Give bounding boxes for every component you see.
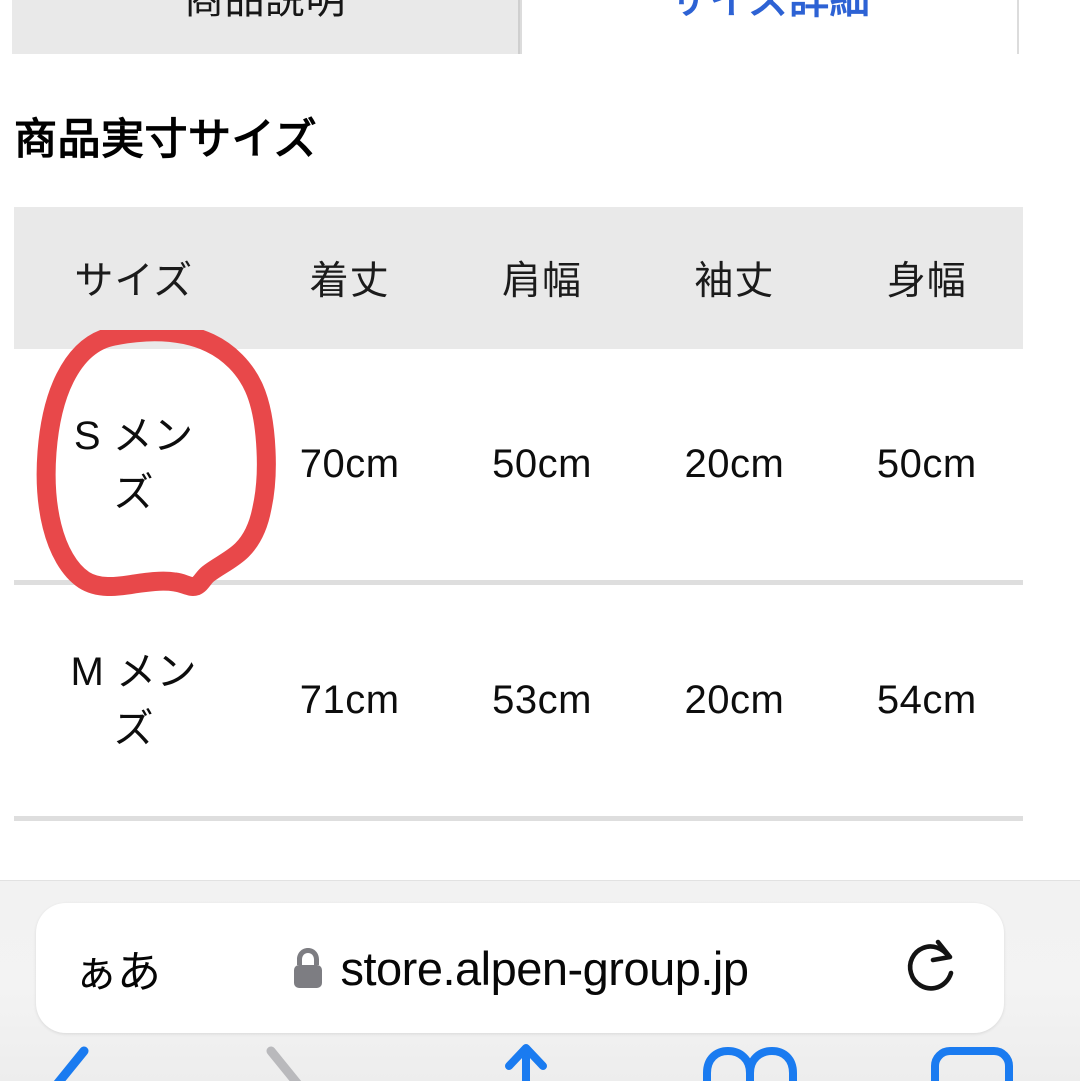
- reload-icon[interactable]: [902, 937, 964, 999]
- section-heading-actual-size: 商品実寸サイズ: [14, 116, 318, 164]
- address-bar-center: store.alpen-group.jp: [36, 941, 1004, 996]
- column-header-shoulder: 肩幅: [445, 207, 639, 349]
- chevron-right-icon: [266, 1046, 302, 1081]
- web-page-content: 商品説明 サイズ詳細 商品実寸サイズ サイズ 着丈 肩幅 袖丈 身幅 S メンズ…: [0, 0, 1080, 890]
- tab-size-details-label: サイズ詳細: [668, 0, 871, 22]
- cell-chest: 50cm: [830, 349, 1023, 585]
- column-header-size: サイズ: [14, 207, 254, 349]
- table-header-row: サイズ 着丈 肩幅 袖丈 身幅: [14, 207, 1023, 349]
- product-size-table: サイズ 着丈 肩幅 袖丈 身幅 S メンズ 70cm 50cm 20cm 50c…: [14, 207, 1023, 890]
- share-button[interactable]: [466, 1043, 586, 1081]
- column-header-chest: 身幅: [830, 207, 1023, 349]
- chevron-left-icon: [53, 1046, 89, 1081]
- cell-sleeve: 20cm: [638, 582, 831, 821]
- safari-browser-chrome: ぁあ store.alpen-group.jp: [0, 880, 1080, 1081]
- column-header-length: 着丈: [253, 207, 446, 349]
- cell-shoulder: 53cm: [445, 582, 639, 821]
- cell-size: M メンズ: [14, 582, 254, 821]
- cell-sleeve: 20cm: [638, 349, 831, 585]
- forward-button[interactable]: [225, 1043, 345, 1081]
- table-row: M メンズ 71cm 53cm 20cm 54cm: [14, 582, 1023, 821]
- back-button[interactable]: [10, 1043, 130, 1081]
- lock-icon: [294, 948, 323, 988]
- cell-shoulder: 50cm: [445, 349, 639, 585]
- table-row: S メンズ 70cm 50cm 20cm 50cm: [14, 349, 1023, 585]
- cell-chest: 54cm: [830, 582, 1023, 821]
- cell-length: 71cm: [253, 582, 446, 821]
- tabs-squares-icon: [931, 1047, 1013, 1081]
- url-text: store.alpen-group.jp: [340, 941, 749, 995]
- address-bar[interactable]: ぁあ store.alpen-group.jp: [36, 903, 1004, 1033]
- cell-size: S メンズ: [14, 349, 254, 585]
- tab-product-description[interactable]: 商品説明: [12, 0, 520, 54]
- cell-length: 70cm: [253, 349, 446, 585]
- bookmarks-button[interactable]: [690, 1043, 810, 1081]
- share-up-arrow-icon: [505, 1044, 547, 1081]
- tab-product-description-label: 商品説明: [184, 0, 346, 22]
- browser-toolbar: [0, 1043, 1080, 1081]
- product-detail-tab-strip: 商品説明 サイズ詳細: [0, 0, 1080, 54]
- tabs-button[interactable]: [912, 1043, 1032, 1081]
- column-header-sleeve: 袖丈: [638, 207, 831, 349]
- open-book-icon: [703, 1047, 797, 1081]
- tab-size-details[interactable]: サイズ詳細: [520, 0, 1019, 54]
